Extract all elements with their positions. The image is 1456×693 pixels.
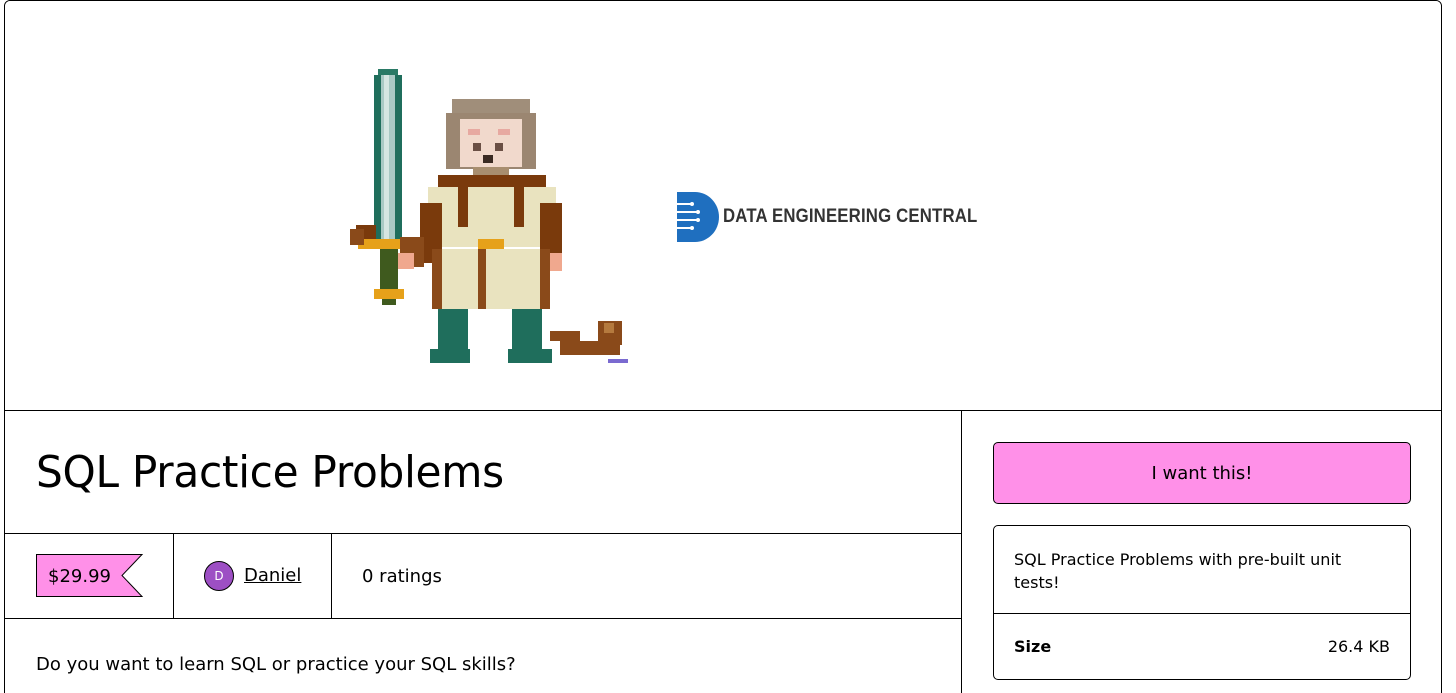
product-cover: DATA ENGINEERING CENTRAL — [5, 1, 1441, 411]
brand-name: DATA ENGINEERING CENTRAL — [723, 205, 978, 227]
price-value: $29.99 — [48, 566, 111, 587]
pixel-art-warrior-image — [328, 63, 630, 367]
data-engineering-central-logo-icon — [673, 190, 721, 248]
product-meta: $29.99 D Daniel 0 ratings — [5, 534, 961, 619]
size-value: 26.4 KB — [1327, 637, 1390, 656]
product-summary: SQL Practice Problems with pre-built uni… — [1014, 550, 1342, 592]
size-label: Size — [1014, 637, 1052, 656]
title-section: SQL Practice Problems — [5, 411, 961, 534]
product-info-card: SQL Practice Problems with pre-built uni… — [993, 525, 1411, 680]
purchase-sidebar: I want this! SQL Practice Problems with … — [962, 411, 1441, 693]
product-title: SQL Practice Problems — [36, 447, 504, 498]
avatar: D — [204, 561, 234, 591]
price-cell: $29.99 — [5, 534, 174, 618]
buy-button[interactable]: I want this! — [993, 442, 1411, 504]
product-main: SQL Practice Problems $29.99 D Daniel 0 … — [5, 411, 962, 693]
product-page-frame: DATA ENGINEERING CENTRAL SQL Practice Pr… — [4, 0, 1442, 693]
ratings-cell: 0 ratings — [332, 534, 961, 618]
ratings-count: 0 ratings — [362, 566, 442, 587]
author-link[interactable]: Daniel — [244, 565, 301, 586]
info-divider — [994, 613, 1410, 614]
author-cell: D Daniel — [174, 534, 332, 618]
product-description: Do you want to learn SQL or practice you… — [36, 654, 516, 675]
